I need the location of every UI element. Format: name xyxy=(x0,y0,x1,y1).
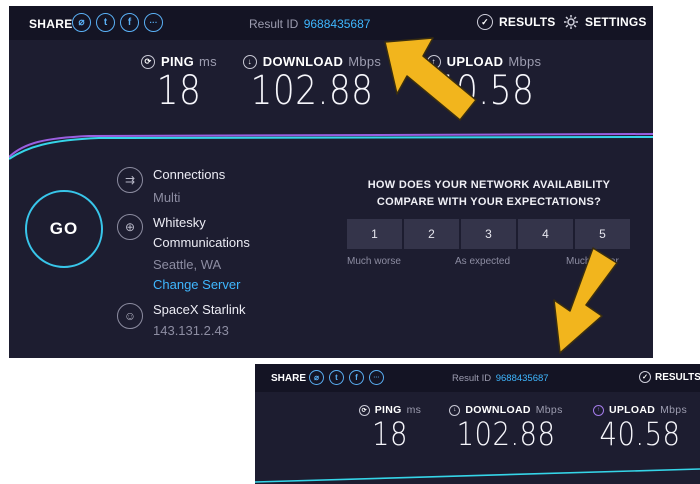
twitter-icon[interactable]: t xyxy=(96,13,115,32)
zoom-upload-stat: ↑ UPLOAD Mbps 40.58 xyxy=(580,404,700,453)
client-isp-name: SpaceX Starlink xyxy=(153,302,246,317)
results-label: RESULTS xyxy=(499,15,556,29)
more-icon[interactable]: ··· xyxy=(144,13,163,32)
zoom-more-icon[interactable]: ··· xyxy=(369,370,384,385)
zoom-share-label: SHARE xyxy=(271,373,307,384)
survey-question: HOW DOES YOUR NETWORK AVAILABILITY COMPA… xyxy=(344,177,634,211)
scale-mid-label: As expected xyxy=(455,256,511,267)
client-ip: 143.131.2.43 xyxy=(153,323,229,338)
zoom-upload-value: 40.58 xyxy=(599,415,681,453)
connections-title: Connections xyxy=(153,167,226,182)
change-server-link[interactable]: Change Server xyxy=(153,277,240,292)
go-button[interactable]: GO xyxy=(25,190,103,268)
user-icon: ☺ xyxy=(117,303,143,329)
speedtest-result-panel: SHARE ⌀ t f ··· Result ID 9688435687 ✓ R… xyxy=(9,6,653,358)
ping-label: PING xyxy=(161,54,195,69)
isp-name-line1: Whitesky xyxy=(153,215,206,230)
settings-label: SETTINGS xyxy=(585,15,647,29)
upload-label: UPLOAD xyxy=(446,54,504,69)
connections-mode[interactable]: Multi xyxy=(153,190,180,205)
upload-stat: ↑ UPLOAD Mbps 40.58 xyxy=(409,54,559,114)
result-id: Result ID 9688435687 xyxy=(249,17,370,31)
zoom-top-bar: SHARE ⌀ t f ··· Result ID 9688435687 ✓ R… xyxy=(255,364,700,392)
zoom-upload-icon: ↑ xyxy=(592,404,604,416)
rating-button-1[interactable]: 1 xyxy=(347,219,402,249)
rating-button-5[interactable]: 5 xyxy=(575,219,630,249)
zoom-download-stat: ↓ DOWNLOAD Mbps 102.88 xyxy=(441,404,571,453)
gear-icon xyxy=(564,15,578,29)
rating-button-2[interactable]: 2 xyxy=(404,219,459,249)
zoom-ping-value: 18 xyxy=(372,415,408,453)
top-bar: SHARE ⌀ t f ··· Result ID 9688435687 ✓ R… xyxy=(9,6,653,40)
facebook-icon[interactable]: f xyxy=(120,13,139,32)
zoom-ping-stat: ⟳ PING ms 18 xyxy=(345,404,435,453)
zoom-ping-icon: ⟳ xyxy=(358,404,370,416)
server-location: Seattle, WA xyxy=(153,257,222,272)
download-label: DOWNLOAD xyxy=(262,54,344,69)
ping-value: 18 xyxy=(156,68,202,114)
zoom-check-circle-icon: ✓ xyxy=(639,371,651,383)
ping-icon: ⟳ xyxy=(141,54,156,69)
ping-unit: ms xyxy=(199,54,217,69)
zoom-results-label: RESULTS xyxy=(655,371,700,383)
settings-button[interactable]: SETTINGS xyxy=(563,14,647,30)
result-id-label: Result ID xyxy=(249,17,299,31)
download-unit: Mbps xyxy=(348,54,382,69)
scale-high-label: Much better xyxy=(566,256,619,267)
rating-button-3[interactable]: 3 xyxy=(461,219,516,249)
zoom-download-value: 102.88 xyxy=(456,415,556,453)
zoom-link-icon[interactable]: ⌀ xyxy=(309,370,324,385)
result-id-link[interactable]: 9688435687 xyxy=(304,17,371,31)
zoom-results-button[interactable]: ✓ RESULTS xyxy=(639,371,700,383)
download-value: 102.88 xyxy=(250,68,374,114)
zoom-result-id-label: Result ID xyxy=(452,373,492,384)
survey-question-line2: COMPARE WITH YOUR EXPECTATIONS? xyxy=(376,196,602,208)
zoom-facebook-icon[interactable]: f xyxy=(349,370,364,385)
download-icon: ↓ xyxy=(242,54,257,69)
upload-icon: ↑ xyxy=(426,54,441,69)
check-circle-icon: ✓ xyxy=(477,14,493,30)
zoom-speed-graph xyxy=(255,468,700,483)
ping-stat: ⟳ PING ms 18 xyxy=(129,54,229,114)
connections-icon: ⇉ xyxy=(117,167,143,193)
link-icon[interactable]: ⌀ xyxy=(72,13,91,32)
share-label: SHARE xyxy=(29,17,73,31)
download-stat: ↓ DOWNLOAD Mbps 102.88 xyxy=(231,54,393,114)
speed-graph xyxy=(9,133,653,160)
rating-button-4[interactable]: 4 xyxy=(518,219,573,249)
isp-name-line2: Communications xyxy=(153,235,250,250)
zoom-result-id-link[interactable]: 9688435687 xyxy=(496,373,549,384)
zoom-result-id: Result ID 9688435687 xyxy=(452,373,549,384)
zoom-download-icon: ↓ xyxy=(449,404,461,416)
results-button[interactable]: ✓ RESULTS xyxy=(477,14,556,30)
globe-icon: ⊕ xyxy=(117,214,143,240)
rating-scale: 1 2 3 4 5 xyxy=(347,219,632,249)
survey-question-line1: HOW DOES YOUR NETWORK AVAILABILITY xyxy=(367,179,611,191)
upload-unit: Mbps xyxy=(508,54,542,69)
scale-low-label: Much worse xyxy=(347,256,401,267)
zoomed-result-panel: SHARE ⌀ t f ··· Result ID 9688435687 ✓ R… xyxy=(255,364,700,484)
upload-value: 40.58 xyxy=(433,68,535,114)
zoom-twitter-icon[interactable]: t xyxy=(329,370,344,385)
